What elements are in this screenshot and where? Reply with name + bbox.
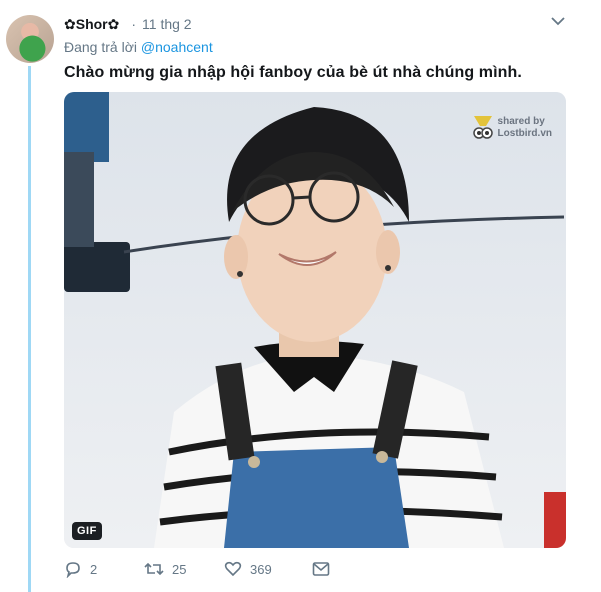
tweet-media-gif[interactable]: shared by Lostbird.vn GIF: [64, 92, 566, 548]
message-icon: [312, 562, 330, 576]
retweet-count: 25: [172, 561, 187, 577]
thread-line: [28, 66, 31, 592]
tweet-text: Chào mừng gia nhập hội fanboy của bè út …: [64, 64, 522, 81]
replying-to: Đang trả lời @noahcent: [64, 39, 213, 55]
owl-logo-icon: [472, 116, 493, 139]
tweet-time[interactable]: 11 thg 2: [142, 16, 192, 32]
like-count: 369: [250, 561, 272, 577]
reply-count: 2: [90, 561, 98, 577]
author-name[interactable]: ✿Shor✿: [64, 16, 119, 33]
replying-prefix: Đang trả lời: [64, 39, 137, 55]
gif-badge: GIF: [72, 522, 102, 540]
watermark-line2: Lostbird.vn: [497, 128, 552, 139]
tweet-actions: 2 25 369: [64, 560, 338, 578]
avatar[interactable]: [6, 15, 54, 63]
retweet-button[interactable]: 25: [144, 560, 224, 578]
retweet-icon: [144, 562, 164, 576]
tweet-header: ✿Shor✿ · 11 thg 2: [64, 14, 601, 34]
like-button[interactable]: 369: [224, 560, 312, 578]
watermark-line1: shared by: [497, 116, 545, 127]
watermark: shared by Lostbird.vn: [472, 114, 552, 142]
gif-frame-image: [64, 92, 566, 548]
separator-dot: ·: [131, 16, 137, 32]
reply-button[interactable]: 2: [64, 560, 144, 578]
direct-message-button[interactable]: [312, 561, 338, 577]
chevron-down-icon[interactable]: [551, 16, 565, 26]
reply-icon: [66, 562, 80, 578]
like-icon: [224, 561, 242, 577]
replying-handle-link[interactable]: @noahcent: [141, 39, 213, 55]
